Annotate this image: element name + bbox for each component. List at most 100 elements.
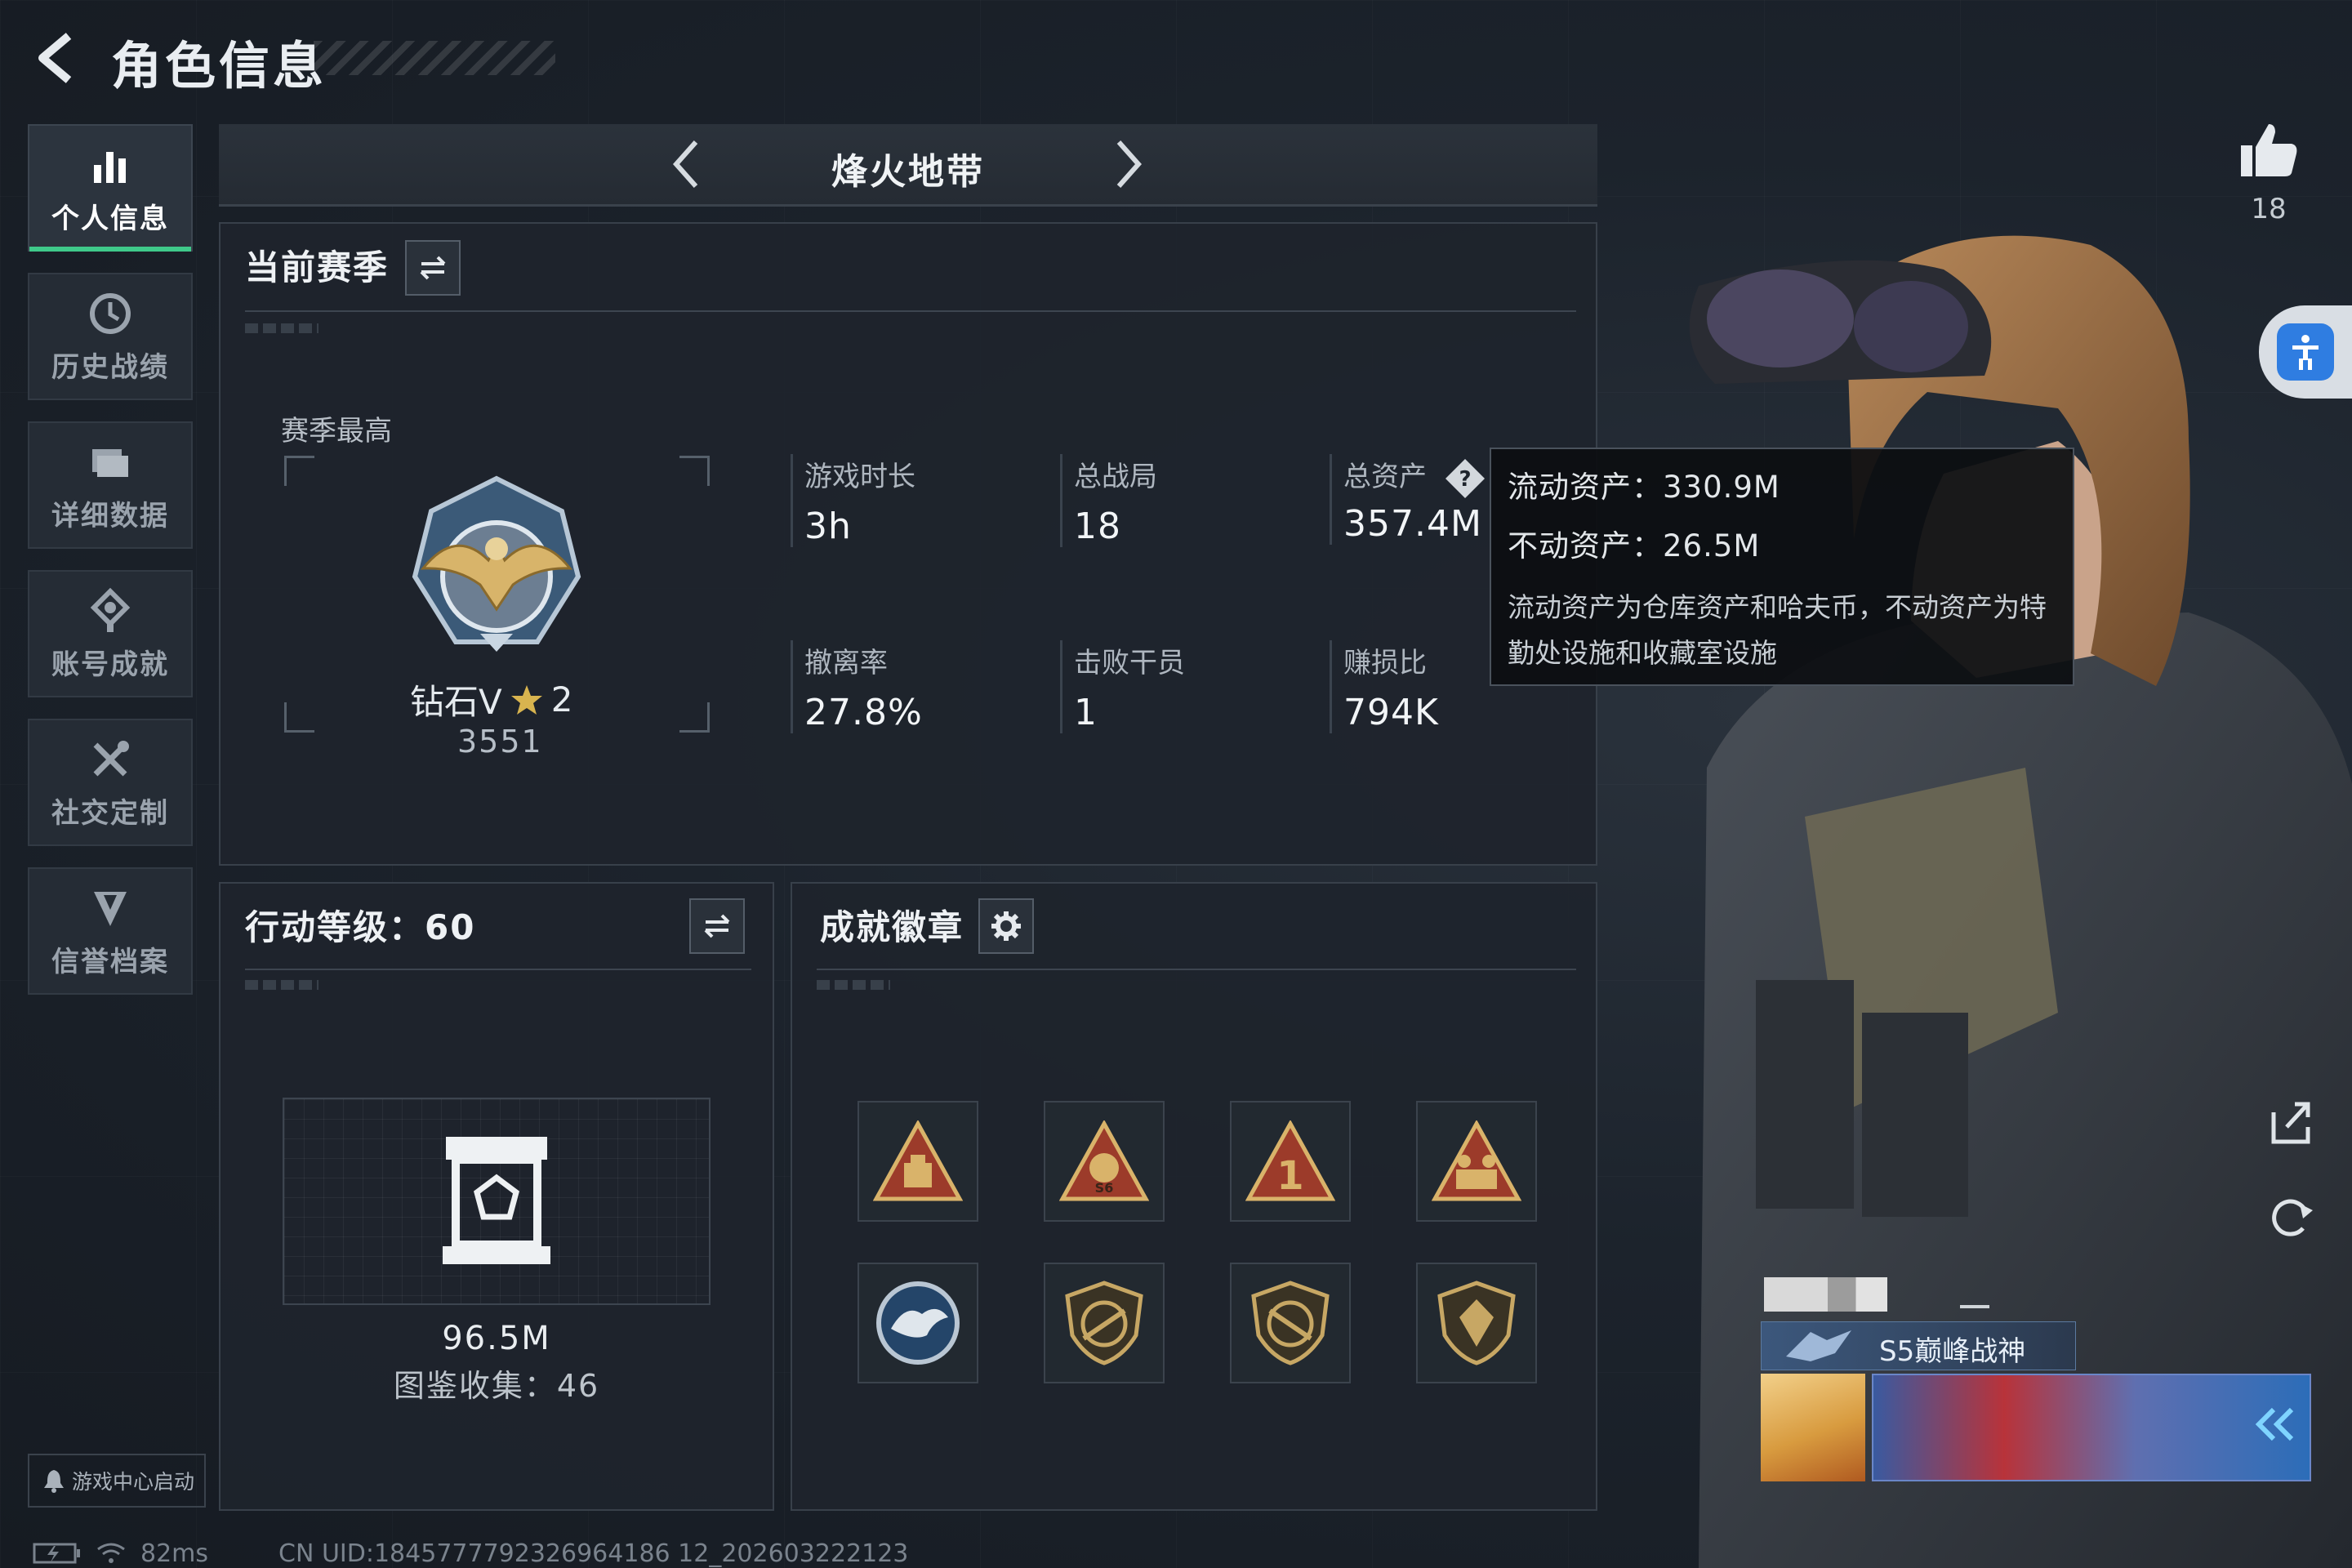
stat-value: 794K (1343, 692, 1439, 733)
star-icon (510, 684, 542, 715)
sidebar-item-social[interactable]: 社交定制 (28, 719, 193, 846)
stat-total-assets: 总资产 ? 357.4M (1330, 454, 1486, 545)
season-panel: 当前赛季 赛季最高 钻石V 2 3551 游戏时长 3h 总战局 18 总资产 … (219, 222, 1597, 866)
season-title: 当前赛季 (245, 247, 390, 287)
badges-panel: 成就徽章 S6 1 (791, 882, 1597, 1511)
fixed-assets: 不动资产：26.5M (1508, 528, 1761, 564)
title-decoration (314, 41, 555, 75)
badges-title: 成就徽章 (820, 907, 964, 947)
frame-corner (679, 456, 710, 486)
chevron-right-icon[interactable] (1098, 136, 1155, 193)
sidebar-item-history[interactable]: 历史战绩 (28, 273, 193, 400)
sidebar-item-achievements[interactable]: 账号成就 (28, 570, 193, 697)
swap-icon (420, 256, 446, 280)
collection-value: 96.5M (442, 1320, 551, 1357)
stat-label: 总资产 ? (1343, 454, 1486, 500)
share-icon[interactable] (2262, 1094, 2319, 1152)
tools-icon (93, 740, 129, 776)
name-separator (1960, 1305, 1989, 1308)
badge-slot[interactable] (858, 1101, 978, 1222)
accessibility-button[interactable] (2259, 305, 2352, 399)
badge-emblem-icon (1437, 1281, 1516, 1365)
divider (245, 969, 751, 970)
rank-stars: 2 (550, 679, 573, 719)
badge-slot[interactable]: S6 (1044, 1101, 1165, 1222)
svg-text:S6: S6 (1095, 1180, 1114, 1196)
liquid-assets: 流动资产：330.9M (1508, 470, 1780, 505)
game-center-button[interactable]: 游戏中心启动 (28, 1454, 206, 1508)
status-bar: 82ms CN UID:1845777792326964186 12_20260… (33, 1539, 908, 1568)
badge-rifle2-icon (1251, 1281, 1330, 1365)
rotate-icon[interactable] (2262, 1189, 2319, 1246)
sidebar-item-personal-info[interactable]: 个人信息 (28, 124, 193, 252)
stat-kills: 击败干员 1 (1060, 640, 1185, 733)
card-background-image (1872, 1374, 2311, 1481)
stat-profit-ratio: 赚损比 794K (1330, 640, 1439, 733)
title-badge: S5巅峰战神 (1761, 1321, 2076, 1370)
badge-slot[interactable]: 1 (1230, 1101, 1351, 1222)
page-title: 角色信息 (111, 36, 327, 96)
decoration (817, 980, 890, 990)
mode-selector: 烽火地带 (219, 124, 1597, 207)
frame-corner (284, 456, 314, 486)
rank-name: 钻石V 2 (410, 675, 572, 724)
collection-count: 图鉴收集：46 (393, 1368, 600, 1404)
wifi-icon (97, 1543, 125, 1563)
sidebar-item-label: 社交定制 (51, 796, 169, 830)
stat-total-matches: 总战局 18 (1060, 454, 1157, 547)
sidebar-item-label: 信誉档案 (51, 945, 169, 978)
swap-icon (704, 914, 730, 938)
sidebar-item-label: 历史战绩 (51, 350, 169, 384)
action-level-title: 行动等级：60 (245, 907, 476, 947)
history-icon (90, 292, 131, 334)
season-switch-button[interactable] (405, 240, 461, 296)
decoration (245, 323, 318, 333)
collection-display[interactable] (283, 1098, 710, 1305)
player-card[interactable]: S5巅峰战神 (1756, 1276, 2314, 1488)
stat-label: 撤离率 (804, 647, 888, 679)
back-arrow-icon[interactable] (28, 29, 85, 87)
battery-icon (33, 1543, 80, 1564)
action-level-switch-button[interactable] (689, 898, 745, 954)
divider (245, 310, 1576, 312)
sidebar-item-credit[interactable]: 信誉档案 (28, 867, 193, 995)
badge-eagle-icon (876, 1281, 960, 1365)
sidebar-item-label: 账号成就 (51, 648, 169, 681)
stat-label: 总战局 (1074, 461, 1157, 493)
stat-label: 赚损比 (1343, 647, 1427, 679)
gear-icon (991, 911, 1021, 941)
badge-slot[interactable] (858, 1263, 978, 1383)
sidebar-item-label: 个人信息 (51, 202, 169, 235)
game-center-label: 游戏中心启动 (72, 1470, 195, 1494)
double-chevron-icon (2255, 1407, 2294, 1441)
badge-crate-icon (873, 1120, 963, 1201)
badge-slot[interactable] (1230, 1263, 1351, 1383)
accessibility-icon (2292, 335, 2319, 370)
stat-play-time: 游戏时长 3h (791, 454, 915, 547)
badge-s6-icon: S6 (1059, 1120, 1149, 1201)
badge-rank1-icon: 1 (1245, 1120, 1335, 1201)
sidebar-item-details[interactable]: 详细数据 (28, 421, 193, 549)
thumbs-up-icon[interactable] (2238, 119, 2300, 181)
assets-description: 流动资产为仓库资产和哈夫币，不动资产为特勤处设施和收藏室设施 (1508, 591, 2047, 669)
stat-value: 27.8% (804, 692, 923, 733)
ping-value: 82ms (140, 1539, 209, 1568)
season-best-label: 赛季最高 (281, 415, 392, 448)
avatar (1761, 1374, 1865, 1481)
stat-label: 游戏时长 (804, 461, 915, 493)
stat-value: 3h (804, 506, 852, 547)
shield-icon (94, 891, 127, 926)
action-level-panel: 行动等级：60 96.5M 图鉴收集：46 (219, 882, 774, 1511)
badge-slot[interactable] (1416, 1263, 1537, 1383)
collection-case-icon (443, 1137, 550, 1264)
rank-score: 3551 (457, 724, 543, 760)
help-icon[interactable]: ? (1444, 457, 1486, 500)
badge-rifle-icon (1065, 1281, 1143, 1365)
folder-icon (92, 448, 128, 477)
badge-slot[interactable] (1416, 1101, 1537, 1222)
badge-squad-icon (1432, 1120, 1521, 1201)
player-uid: CN UID:1845777792326964186 12_2026032221… (278, 1539, 909, 1568)
divider (817, 969, 1576, 970)
badge-slot[interactable] (1044, 1263, 1165, 1383)
badge-settings-button[interactable] (978, 898, 1034, 954)
